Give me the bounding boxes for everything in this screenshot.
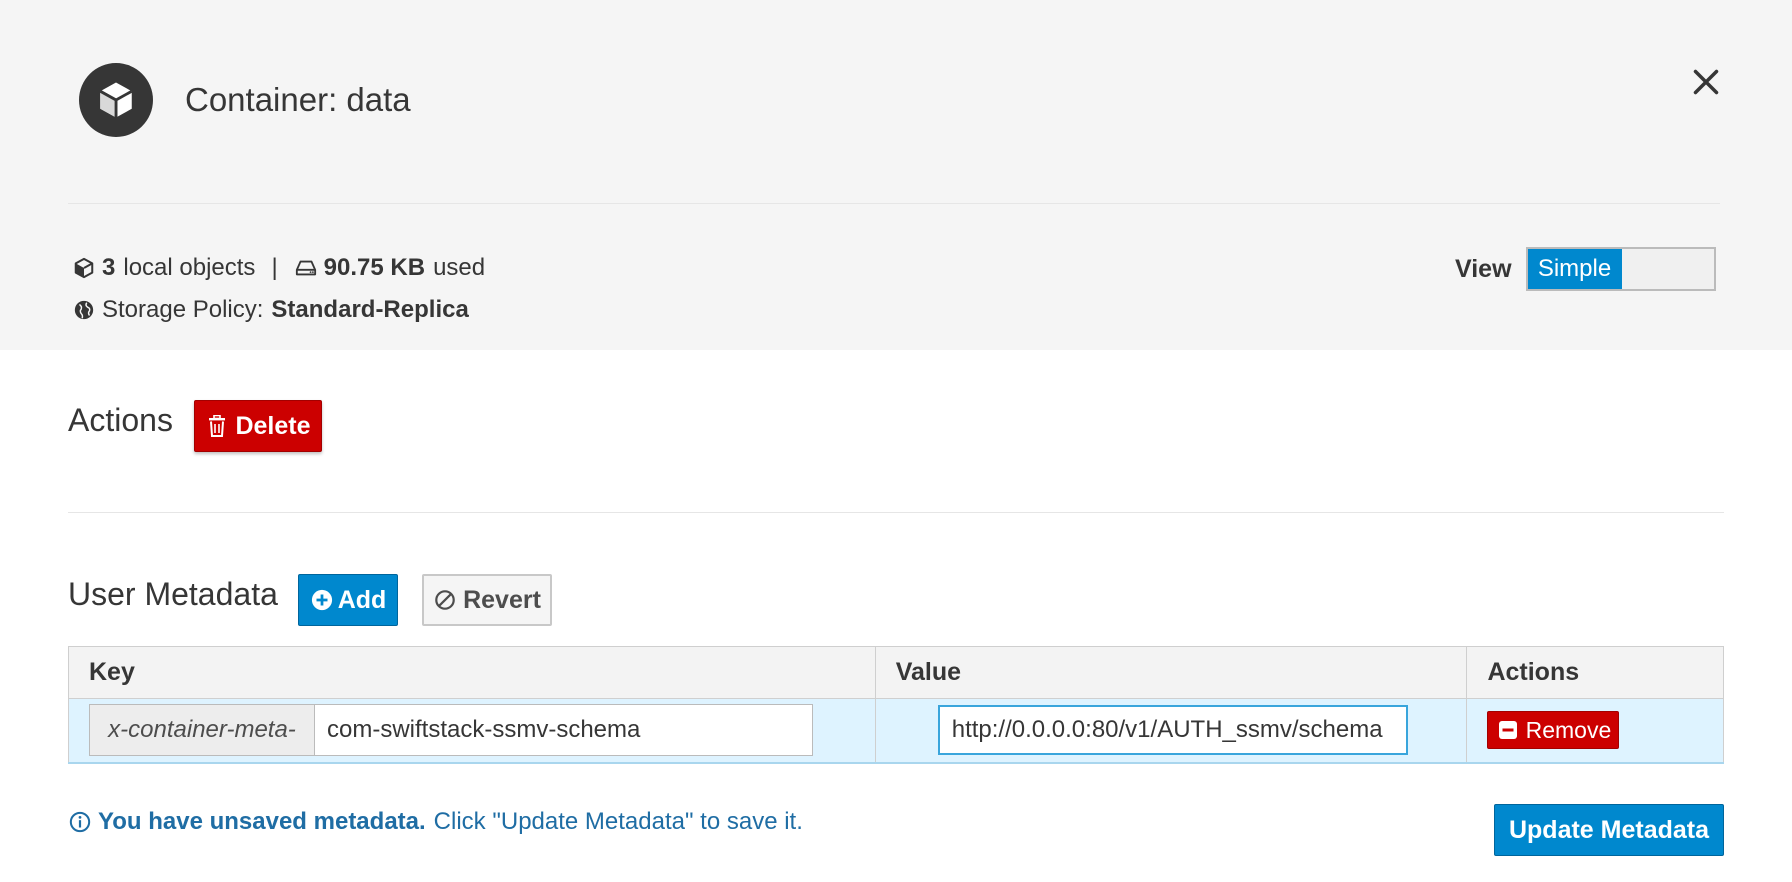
add-metadata-button[interactable]: Add (298, 574, 398, 626)
notice-bold-text: You have unsaved metadata. (98, 808, 426, 835)
hard-drive-icon (294, 256, 318, 280)
remove-metadata-button[interactable]: Remove (1487, 711, 1620, 750)
usage-row: 3 local objects | 90.75 KB used (72, 250, 485, 286)
minus-square-icon (1496, 718, 1520, 742)
view-label: View (1455, 254, 1512, 283)
remove-button-label: Remove (1525, 716, 1612, 743)
column-header-value: Value (874, 646, 1468, 699)
close-icon (1693, 69, 1719, 95)
key-input-group: x-container-meta- (89, 704, 813, 757)
revert-button[interactable]: Revert (422, 574, 552, 626)
key-cell: x-container-meta- (68, 698, 876, 764)
unsaved-notice: You have unsaved metadata. Click "Update… (68, 808, 803, 836)
view-toggle-selected[interactable]: Simple (1527, 249, 1622, 289)
table-row: x-container-meta- Remove (68, 698, 1724, 764)
metadata-key-input[interactable] (315, 704, 813, 757)
info-circle-icon (68, 810, 92, 834)
update-metadata-button[interactable]: Update Metadata (1494, 804, 1724, 856)
policy-row: Storage Policy: Standard-Replica (72, 292, 485, 328)
objects-count: 3 (102, 254, 116, 281)
close-button[interactable] (1684, 60, 1728, 104)
add-button-label: Add (337, 585, 387, 614)
column-header-key: Key (68, 646, 876, 699)
title-row: Container: data (79, 62, 411, 138)
view-toggle-handle[interactable] (1622, 249, 1714, 289)
column-header-actions: Actions (1466, 646, 1724, 699)
objects-label: local objects (123, 254, 256, 281)
page-title: Container: data (185, 81, 411, 118)
user-metadata-heading: User Metadata (68, 576, 278, 612)
stats-separator: | (271, 254, 278, 281)
view-toggle[interactable]: Simple (1525, 247, 1716, 291)
metadata-table: Key Value Actions x-container-meta- com-… (68, 646, 1724, 764)
policy-label: Storage Policy: (102, 296, 264, 323)
value-cell (874, 698, 1468, 764)
cube-icon (99, 82, 133, 118)
key-prefix-addon: x-container-meta- (89, 704, 315, 757)
notice-text: Click "Update Metadata" to save it. (433, 808, 803, 835)
revert-button-label: Revert (463, 585, 541, 614)
container-stats: 3 local objects | 90.75 KB used Storage … (72, 250, 485, 328)
used-label: used (433, 254, 486, 281)
actions-cell: Remove (1466, 698, 1724, 764)
table-header-row: Key Value Actions (68, 646, 1724, 699)
actions-heading: Actions (68, 402, 173, 438)
plus-circle-icon (310, 588, 334, 612)
globe-icon (72, 298, 96, 322)
delete-button-label: Delete (235, 411, 311, 440)
trash-icon (205, 414, 229, 438)
header-divider (68, 203, 1720, 204)
used-value: 90.75 KB (323, 254, 426, 281)
ban-icon (433, 588, 457, 612)
cube-icon (72, 256, 96, 280)
view-switch-group: View Simple (1455, 247, 1716, 291)
policy-value: Standard-Replica (271, 296, 469, 323)
metadata-value-input[interactable] (937, 705, 1408, 756)
delete-button[interactable]: Delete (194, 400, 322, 452)
container-header: Container: data 3 local objects | 90.75 … (0, 0, 1792, 350)
container-avatar (79, 63, 153, 137)
section-divider (68, 512, 1724, 513)
